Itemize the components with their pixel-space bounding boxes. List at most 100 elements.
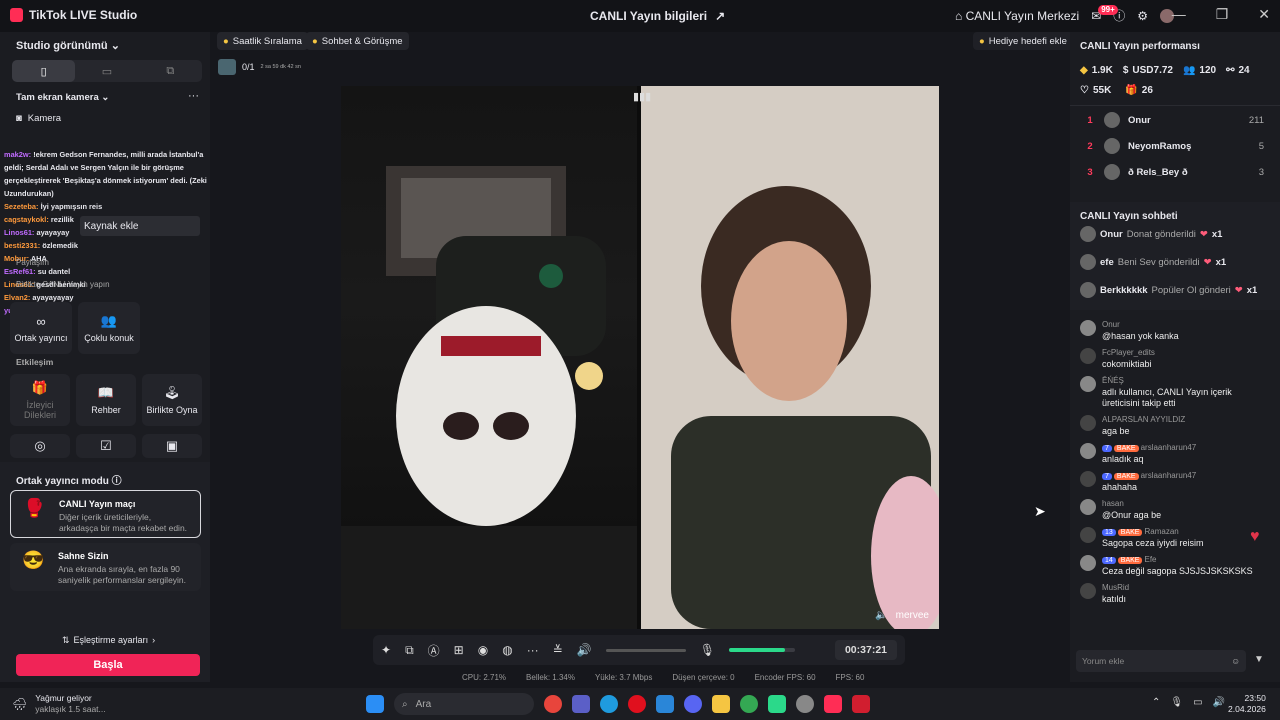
avatar (1080, 499, 1096, 515)
file-explorer-icon[interactable] (712, 695, 730, 713)
ranking-row[interactable]: 2 NeyomRamoş 5 (1084, 133, 1264, 159)
ranking-row[interactable]: 1 Onur 211 (1084, 107, 1264, 133)
opera-icon[interactable] (628, 695, 646, 713)
gear-icon[interactable]: ⚙ (1137, 9, 1148, 23)
cohost-tile[interactable]: ∞ Ortak yayıncı (10, 302, 72, 354)
windows-start-icon[interactable] (366, 695, 384, 713)
speaker-icon[interactable]: 🔈 (875, 610, 887, 621)
comment-item[interactable]: 7 BAKE arslaanharun47 ahahaha (1080, 468, 1270, 496)
comment-item[interactable]: Onur @hasan yok kanka (1080, 317, 1270, 345)
record-icon[interactable]: ◉ (478, 643, 488, 657)
gift-count: x1 (1246, 284, 1258, 296)
chrome-icon[interactable] (544, 695, 562, 713)
comment-text: Sagopa ceza iyiydi reisim (1102, 538, 1204, 548)
adjust-icon[interactable]: ≚ (553, 643, 563, 657)
chat-call-chip[interactable]: ● Sohbet & Görüşme (306, 32, 409, 50)
media-player-icon[interactable] (852, 695, 870, 713)
discord-icon[interactable] (684, 695, 702, 713)
live-info-button[interactable]: CANLI Yayın bilgileri ↗ (590, 9, 725, 23)
comment-item[interactable]: ĒŃÉŞ adlı kullanıcı, CANLI Yayın içerik ü… (1080, 373, 1270, 412)
stage-card[interactable]: 😎 Sahne Sizin Ana ekranda sırayla, en fazl… (10, 543, 201, 591)
close-button[interactable]: ✕ (1258, 6, 1270, 23)
add-source-tooltip[interactable]: Kaynak ekle (80, 216, 200, 236)
box-tile[interactable]: ▣ (142, 434, 202, 458)
comment-feed[interactable]: Onur @hasan yok kanka FcPlayer_edits cokomi… (1080, 317, 1270, 637)
settings-app-icon[interactable] (796, 695, 814, 713)
lightbulb-icon: ● (979, 35, 985, 47)
teams-icon[interactable] (572, 695, 590, 713)
info-icon[interactable]: ⓘ (112, 476, 122, 487)
camera-switch-icon[interactable]: ◍ (502, 643, 512, 657)
overlay-chat-user: besti2331: (4, 241, 41, 250)
comment-user: Ramazan (1144, 527, 1179, 536)
more-options-icon[interactable]: ··· (527, 643, 539, 657)
live-center-button[interactable]: ⌂ CANLI Yayın Merkezi (955, 9, 1079, 23)
comment-item[interactable]: ALPARSLAN AYYILDIZ aga be (1080, 412, 1270, 440)
volume-icon[interactable]: 🔊 (577, 643, 592, 657)
multi-guest-tile[interactable]: 👥 Çoklu konuk (78, 302, 140, 354)
chrome-alt-icon[interactable] (740, 695, 758, 713)
comment-item[interactable]: MusRid katıldı (1080, 580, 1270, 608)
effects-icon[interactable]: ⧉ (405, 643, 414, 658)
gift-goal-chip[interactable]: ● Hediye hedefi ekle (973, 32, 1073, 50)
comment-item[interactable]: 14 BAKE Efe Ceza değil sagopa SJSJSJSKSKSKS (1080, 552, 1270, 580)
microphone-icon[interactable]: 🎙 (700, 643, 715, 657)
video-preview[interactable]: 🔈 mervee ▮▮▮ (341, 86, 939, 629)
multi-layout-option[interactable]: ⧉ (139, 60, 202, 82)
edge-icon[interactable] (600, 695, 618, 713)
magic-wand-icon[interactable]: ✦ (381, 643, 391, 657)
landscape-option[interactable]: ▭ (75, 60, 138, 82)
mail-icon[interactable] (656, 695, 674, 713)
comment-item[interactable]: 7 BAKE arslaanharun47 anladık aq (1080, 440, 1270, 468)
checkbox-icon: ☑ (100, 438, 112, 453)
poll-tile[interactable]: ☑ (76, 434, 136, 458)
tiktok-studio-icon[interactable] (824, 695, 842, 713)
ranking-row[interactable]: 3 ð Rels_Bey ð 3 (1084, 159, 1264, 185)
network-icon[interactable]: ▭ (1193, 697, 1202, 708)
microphone-icon[interactable]: 🎙 (1170, 697, 1183, 708)
mic-level-bar[interactable] (728, 648, 795, 652)
hourly-ranking-chip[interactable]: ● Saatlik Sıralama (217, 32, 308, 50)
comment-item[interactable]: FcPlayer_edits cokomiktiabi (1080, 345, 1270, 373)
start-button[interactable]: Başla (16, 654, 200, 676)
studio-view-dropdown[interactable]: Studio görünümü ⌄ (16, 39, 120, 52)
comment-item[interactable]: 13 BAKE Ramazan Sagopa ceza iyiydi reisim (1080, 524, 1270, 552)
maximize-button[interactable]: ❐ (1216, 6, 1229, 23)
gift-icon: ❤ (1203, 256, 1212, 268)
camera-source[interactable]: ◙ Kamera (16, 113, 61, 124)
filter-icon[interactable]: ▼ (1254, 654, 1264, 665)
goal-widget[interactable]: 0/1 2 sa 59 dk 42 sn (218, 56, 306, 78)
portrait-option[interactable]: ▯ (12, 60, 76, 82)
clock[interactable]: 23:50 2.04.2026 (1228, 693, 1266, 715)
app-icon[interactable] (768, 695, 786, 713)
volume-slider[interactable] (605, 648, 686, 652)
match-settings-link[interactable]: ⇅ Eşleştirme ayarları › (62, 635, 155, 646)
add-source-label: Kaynak ekle (84, 220, 139, 232)
play-together-tile[interactable]: 🕹 Birlikte Oyna (142, 374, 202, 426)
comment-body: 14 BAKE Efe Ceza değil sagopa SJSJSJSKSKSKS (1102, 555, 1270, 577)
comment-placeholder: Yorum ekle (1082, 656, 1125, 666)
chevron-up-icon[interactable]: ⌃ (1152, 697, 1160, 708)
weather-widget[interactable]: 🌧 Yağmur geliyor yaklaşık 1.5 saat... (12, 693, 106, 715)
live-match-card[interactable]: 🥊 CANLI Yayın maçı Diğer içerik üreticiler… (10, 490, 201, 538)
notifications-button[interactable]: ✉ 99+ (1091, 4, 1118, 23)
scene-dropdown[interactable]: Tam ekran kamera ⌄ (16, 92, 109, 103)
gift-icon: ❤ (1199, 228, 1208, 240)
stage-desc: Ana ekranda sırayla, en fazla 90 saniyel… (58, 564, 187, 585)
guide-tile[interactable]: 📖 Rehber (76, 374, 136, 426)
taskbar-search[interactable]: ⌕ Ara (394, 693, 534, 715)
comment-item[interactable]: hasan @Onur aga be (1080, 496, 1270, 524)
comment-user: Efe (1144, 555, 1157, 564)
viewer-wishes-tile[interactable]: 🎁 İzleyici Dilekleri (10, 374, 70, 426)
gifters-stat: 🎁 26 (1125, 85, 1153, 96)
minimize-button[interactable]: — (1172, 6, 1186, 23)
goal-count: 0/1 (242, 62, 255, 72)
target-tile[interactable]: ◎ (10, 434, 70, 458)
comment-input[interactable]: Yorum ekle ☺ (1076, 650, 1246, 672)
comment-text: anladık aq (1102, 454, 1144, 464)
more-icon[interactable]: ··· (188, 90, 199, 102)
ai-icon[interactable]: Ⓐ (428, 642, 440, 659)
emoji-icon[interactable]: ☺ (1231, 656, 1240, 666)
add-scene-icon[interactable]: ⊞ (454, 643, 464, 657)
volume-icon[interactable]: 🔊 (1213, 697, 1225, 708)
